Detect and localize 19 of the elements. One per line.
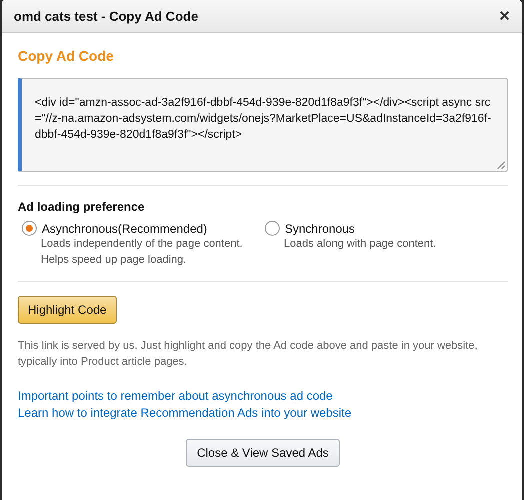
option-description: Loads independently of the page content. [40, 237, 244, 252]
help-link[interactable]: Learn how to integrate Recommendation Ads into your website [18, 405, 508, 422]
option-label[interactable]: Synchronous [285, 222, 356, 236]
code-field[interactable] [18, 78, 508, 172]
help-link[interactable]: Important points to remember about asynchronous ad code [18, 388, 508, 405]
option-description: Loads along with page content. [283, 237, 438, 252]
code-text: <div id="amzn-assoc-ad-3a2f916f-dbbf-454d-939e-820d1f8a9f3f"></div><script async src="//z-na.amazon-adsystem.com/widgets/onejs?MarketPlace=US&adInstanceId=3a2f916f-dbbf-454d-939e-820d1f8a9f3f"></script> [35, 96, 492, 143]
section-heading: Copy Ad Code [18, 48, 115, 64]
resize-grip-icon[interactable] [497, 161, 505, 169]
highlight-code-button[interactable]: Highlight Code [18, 296, 117, 324]
close-view-saved-ads-button[interactable]: Close & View Saved Ads [186, 439, 340, 467]
preference-title: Ad loading preference [18, 200, 146, 214]
option-label[interactable]: Asynchronous(Recommended) [42, 222, 208, 236]
window-title: omd cats test - Copy Ad Code [14, 8, 198, 24]
radio-button[interactable] [22, 221, 37, 236]
info-text: This link is served by us. Just highlight and copy the Ad code above and paste in your website, typically into Product article pages. [18, 339, 479, 370]
radio-button[interactable] [265, 221, 280, 236]
close-button[interactable]: × [495, 7, 514, 25]
option-description: Helps speed up page loading. [40, 253, 188, 268]
